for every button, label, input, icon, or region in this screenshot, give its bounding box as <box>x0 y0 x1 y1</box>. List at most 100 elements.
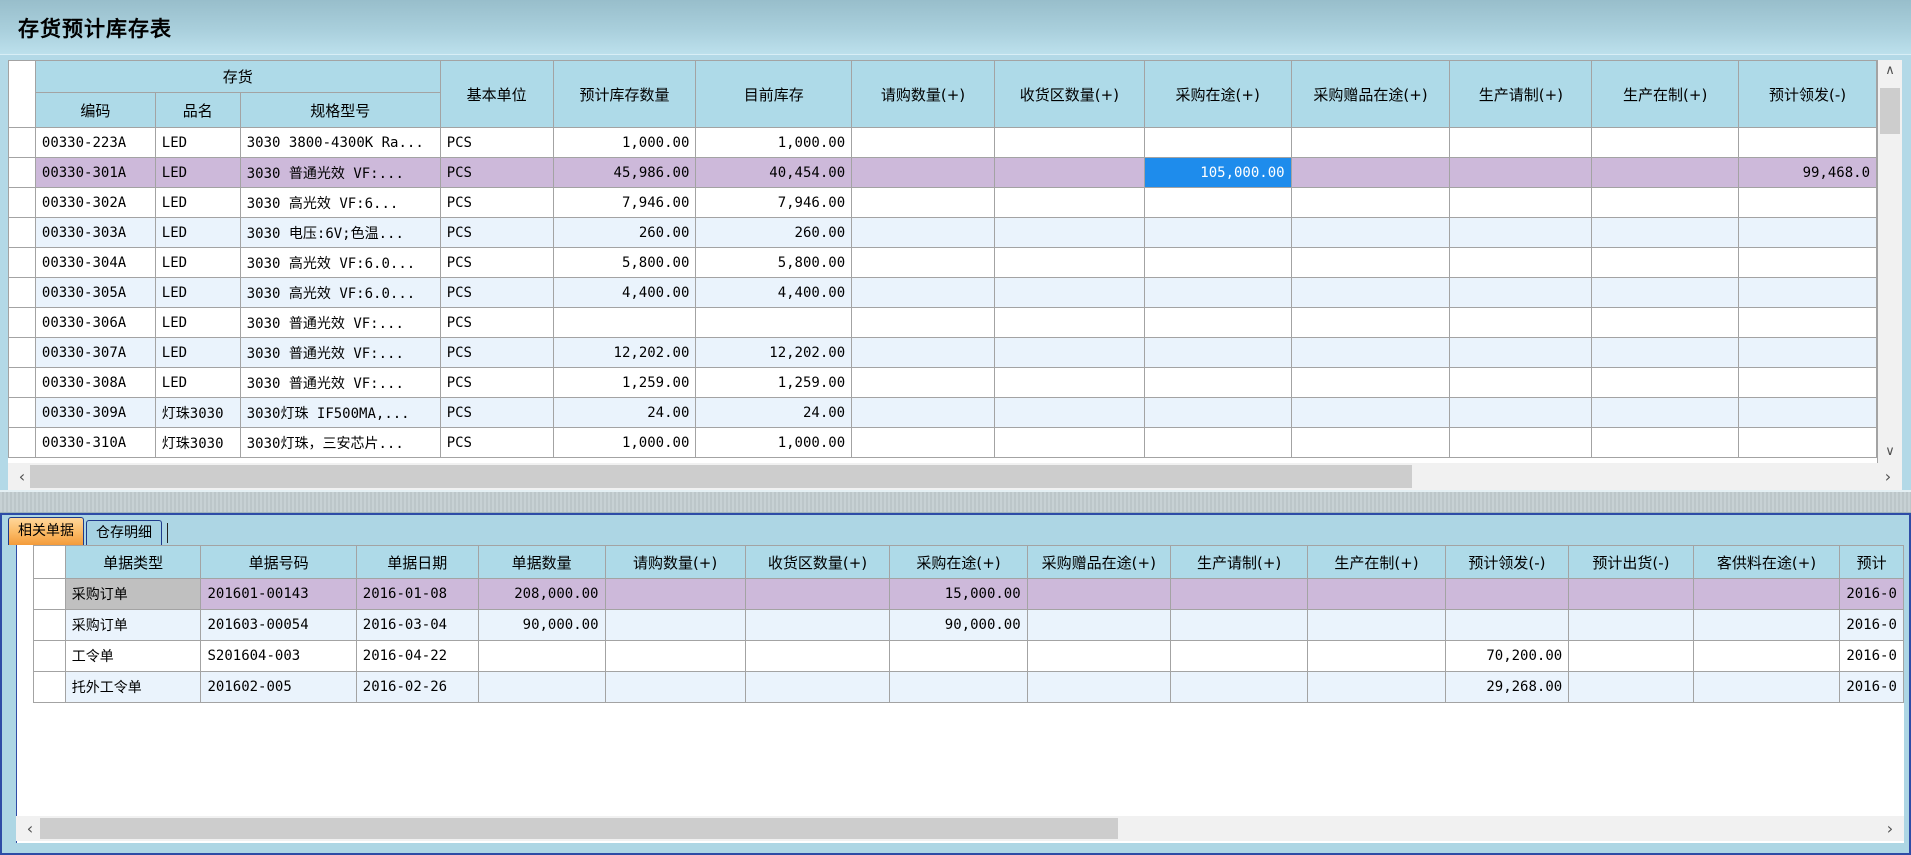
cell[interactable] <box>745 672 890 703</box>
table-row[interactable]: 00330-309A灯珠30303030灯珠 IF500MA,...PCS24.… <box>9 398 1877 428</box>
table-row[interactable]: 托外工令单201602-0052016-02-2629,268.002016-0 <box>34 672 1904 703</box>
cell[interactable]: LED <box>155 308 240 338</box>
cell[interactable] <box>605 579 745 610</box>
column-header-doc-date[interactable]: 单据日期 <box>356 546 478 579</box>
cell[interactable] <box>1308 641 1445 672</box>
cell[interactable]: 4,400.00 <box>696 278 852 308</box>
table-row[interactable]: 00330-223ALED3030 3800-4300K Ra...PCS1,0… <box>9 128 1877 158</box>
cell[interactable]: 00330-308A <box>35 368 155 398</box>
cell[interactable] <box>1450 218 1592 248</box>
cell[interactable] <box>745 610 890 641</box>
cell[interactable]: LED <box>155 128 240 158</box>
scroll-down-icon[interactable]: ∨ <box>1878 441 1902 463</box>
cell[interactable] <box>1693 672 1840 703</box>
cell[interactable]: 2016-0 <box>1840 641 1904 672</box>
cell[interactable] <box>890 672 1027 703</box>
cell[interactable] <box>994 158 1144 188</box>
scroll-right-icon[interactable]: › <box>1876 463 1900 490</box>
cell[interactable]: 2016-01-08 <box>356 579 478 610</box>
cell[interactable] <box>1291 158 1450 188</box>
cell[interactable] <box>1450 398 1592 428</box>
cell[interactable] <box>1450 248 1592 278</box>
cell[interactable]: 00330-223A <box>35 128 155 158</box>
cell[interactable] <box>696 308 852 338</box>
cell[interactable] <box>852 278 995 308</box>
tab-related-documents[interactable]: 相关单据 <box>8 517 84 545</box>
column-header-item-name[interactable]: 品名 <box>155 93 240 128</box>
row-selector[interactable] <box>9 128 36 158</box>
cell[interactable]: 24.00 <box>553 398 696 428</box>
cell[interactable] <box>1693 579 1840 610</box>
row-selector[interactable] <box>34 672 66 703</box>
cell[interactable]: 12,202.00 <box>553 338 696 368</box>
cell[interactable] <box>1144 218 1291 248</box>
cell[interactable] <box>994 278 1144 308</box>
cell[interactable]: PCS <box>440 308 553 338</box>
cell[interactable]: 105,000.00 <box>1144 158 1291 188</box>
cell[interactable] <box>1144 188 1291 218</box>
cell[interactable]: 1,000.00 <box>696 428 852 458</box>
cell[interactable] <box>994 338 1144 368</box>
column-header-forecast-clipped[interactable]: 预计 <box>1840 546 1904 579</box>
pane-splitter[interactable] <box>0 490 1911 513</box>
cell[interactable]: 2016-02-26 <box>356 672 478 703</box>
cell[interactable] <box>1170 579 1307 610</box>
cell[interactable]: 45,986.00 <box>553 158 696 188</box>
table-row[interactable]: 00330-301ALED3030 普通光效 VF:...PCS45,986.0… <box>9 158 1877 188</box>
cell[interactable] <box>1027 641 1170 672</box>
cell[interactable]: 260.00 <box>553 218 696 248</box>
cell[interactable] <box>1291 368 1450 398</box>
cell[interactable]: 3030 高光效 VF:6... <box>240 188 440 218</box>
scroll-up-icon[interactable]: ∧ <box>1878 60 1902 82</box>
row-selector[interactable] <box>9 338 36 368</box>
cell[interactable] <box>1739 428 1877 458</box>
cell[interactable]: 208,000.00 <box>478 579 605 610</box>
cell[interactable] <box>1144 368 1291 398</box>
column-header-gift-in-transit[interactable]: 采购赠品在途(+) <box>1027 546 1170 579</box>
cell[interactable] <box>1291 398 1450 428</box>
cell[interactable] <box>1592 428 1739 458</box>
cell[interactable]: PCS <box>440 248 553 278</box>
column-header-current-stock[interactable]: 目前库存 <box>696 61 852 128</box>
cell[interactable]: 201601-00143 <box>201 579 356 610</box>
cell[interactable] <box>1592 338 1739 368</box>
cell[interactable] <box>1739 248 1877 278</box>
cell[interactable] <box>1291 188 1450 218</box>
cell[interactable]: 2016-03-04 <box>356 610 478 641</box>
column-header-purchase-request-qty[interactable]: 请购数量(+) <box>605 546 745 579</box>
column-header-doc-type[interactable]: 单据类型 <box>65 546 201 579</box>
cell[interactable]: 采购订单 <box>65 610 201 641</box>
table-row[interactable]: 采购订单201603-000542016-03-0490,000.0090,00… <box>34 610 1904 641</box>
cell[interactable]: 201603-00054 <box>201 610 356 641</box>
cell[interactable]: 1,259.00 <box>696 368 852 398</box>
table-row[interactable]: 00330-304ALED3030 高光效 VF:6.0...PCS5,800.… <box>9 248 1877 278</box>
cell[interactable] <box>1592 128 1739 158</box>
cell[interactable] <box>1144 308 1291 338</box>
table-row[interactable]: 00330-305ALED3030 高光效 VF:6.0...PCS4,400.… <box>9 278 1877 308</box>
cell[interactable]: LED <box>155 368 240 398</box>
cell[interactable] <box>1592 368 1739 398</box>
cell[interactable] <box>994 398 1144 428</box>
cell[interactable]: LED <box>155 338 240 368</box>
cell[interactable]: LED <box>155 248 240 278</box>
cell[interactable]: 90,000.00 <box>890 610 1027 641</box>
cell[interactable]: 2016-0 <box>1840 610 1904 641</box>
cell[interactable] <box>1693 641 1840 672</box>
table-row[interactable]: 00330-303ALED3030 电压:6V;色温...PCS260.0026… <box>9 218 1877 248</box>
cell[interactable] <box>1027 579 1170 610</box>
cell[interactable]: 00330-305A <box>35 278 155 308</box>
cell[interactable]: PCS <box>440 128 553 158</box>
cell[interactable] <box>478 641 605 672</box>
cell[interactable]: 1,000.00 <box>553 128 696 158</box>
cell[interactable] <box>994 248 1144 278</box>
cell[interactable]: PCS <box>440 398 553 428</box>
cell[interactable] <box>1592 218 1739 248</box>
cell[interactable] <box>1450 338 1592 368</box>
cell[interactable] <box>852 218 995 248</box>
cell[interactable]: 3030 普通光效 VF:... <box>240 158 440 188</box>
cell[interactable] <box>1569 672 1694 703</box>
cell[interactable] <box>1308 610 1445 641</box>
column-header-customer-material-in-transit[interactable]: 客供料在途(+) <box>1693 546 1840 579</box>
cell[interactable] <box>1291 338 1450 368</box>
column-header-purchase-in-transit[interactable]: 采购在途(+) <box>890 546 1027 579</box>
